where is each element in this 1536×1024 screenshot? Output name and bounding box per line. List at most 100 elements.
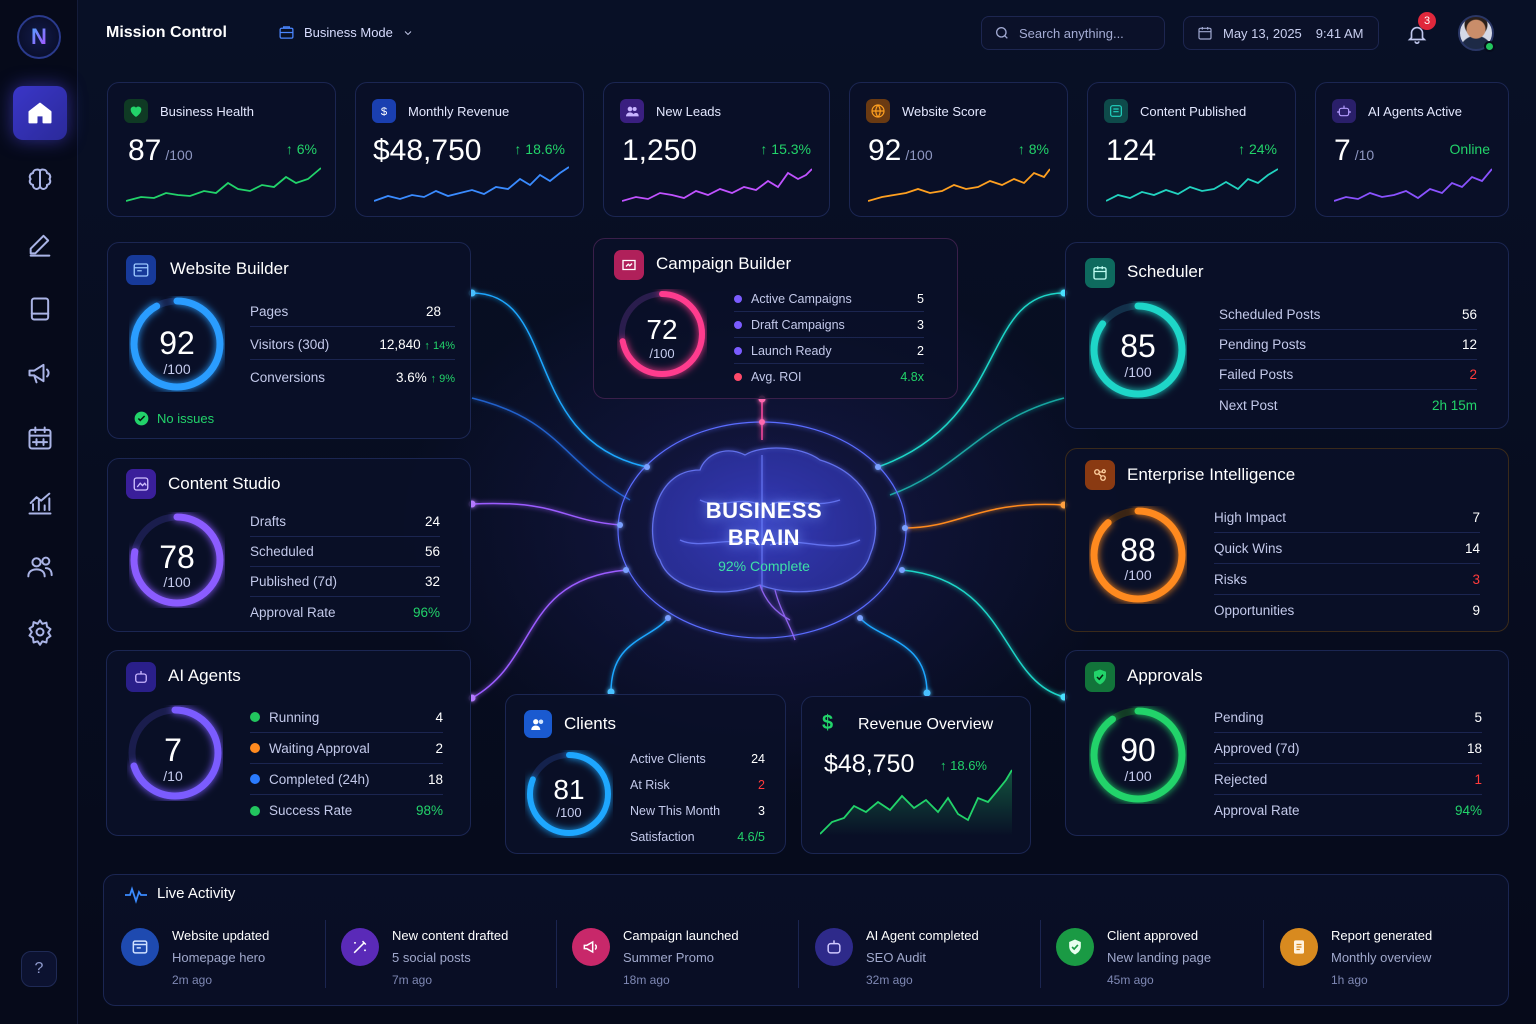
panel-title: Website Builder — [170, 259, 289, 278]
activity-subtitle: Monthly overview — [1331, 950, 1432, 965]
brain-progress: 92% Complete — [718, 558, 810, 574]
kpi-value: 92/100 — [868, 134, 933, 167]
scheduler-score: 85 — [1120, 328, 1156, 364]
panel-title: Approvals — [1127, 666, 1203, 685]
kpi-sparkline — [1106, 168, 1278, 202]
stat-row: Pending Posts 12 — [1219, 330, 1477, 360]
panel-title: Scheduler — [1127, 262, 1204, 281]
score-max: /100 — [163, 361, 191, 377]
campaign-stats: Active Campaigns 5 Draft Campaigns 3 Launc… — [734, 286, 924, 390]
activity-item[interactable]: Campaign launched Summer Promo 18m ago — [572, 922, 782, 992]
check-circle-icon — [134, 411, 149, 426]
divider — [1263, 920, 1264, 988]
kpi-business-health[interactable]: Business Health 87/100 ↑ 6% — [107, 82, 336, 217]
kpi-label: New Leads — [656, 104, 722, 119]
stat-row: Success Rate 98% — [250, 795, 443, 826]
approvals-score: 90 — [1120, 732, 1156, 768]
activity-title-text: Campaign launched — [623, 928, 739, 943]
enterprise-score: 88 — [1120, 532, 1156, 568]
kpi-label: Business Health — [160, 104, 254, 119]
agents-count: 7 — [164, 732, 182, 768]
kpi-label: AI Agents Active — [1368, 104, 1462, 119]
stat-row: Published (7d) 32 — [250, 567, 440, 597]
magic-wand-icon — [341, 928, 379, 966]
pulse-icon — [125, 886, 147, 904]
activity-time: 18m ago — [623, 973, 670, 987]
kpi-delta: ↑ 18.6% — [514, 141, 565, 157]
kpi-ai-agents-active[interactable]: AI Agents Active 7/10 Online — [1315, 82, 1509, 217]
stat-row: At Risk 2 — [630, 778, 765, 792]
stat-row: Launch Ready 2 — [734, 338, 924, 364]
calendar-icon — [1085, 258, 1115, 288]
dashboard: N ? Mission Control Business Mode Search… — [0, 0, 1536, 1024]
activity-item[interactable]: New content drafted 5 social posts 7m ag… — [341, 922, 541, 992]
kpi-monthly-revenue[interactable]: $ Monthly Revenue $48,750 ↑ 18.6% — [355, 82, 584, 217]
activity-title-text: Report generated — [1331, 928, 1433, 943]
activity-item[interactable]: Website updated Homepage hero 2m ago — [121, 922, 311, 992]
panel-title: Enterprise Intelligence — [1127, 465, 1296, 484]
activity-title-text: AI Agent completed — [866, 928, 979, 943]
activity-title-text: New content drafted — [392, 928, 509, 943]
revenue-chart — [820, 769, 1012, 836]
score-max: /100 — [163, 574, 191, 590]
kpi-content-published[interactable]: Content Published 124 ↑ 24% — [1087, 82, 1296, 217]
kpi-status: Online — [1449, 141, 1490, 157]
agents-stats: Running 4 Waiting Approval 2 Completed (24… — [250, 702, 443, 826]
panel-title: Revenue Overview — [858, 716, 994, 733]
browser-icon — [126, 255, 156, 285]
kpi-value: 1,250 — [622, 134, 698, 167]
stat-row: Failed Posts 2 — [1219, 360, 1477, 390]
stat-row: Approved (7d) 18 — [1214, 733, 1482, 764]
stat-row: Pages 28 — [250, 297, 455, 327]
score-max: /100 — [1124, 567, 1152, 583]
kpi-delta: ↑ 8% — [1017, 141, 1049, 157]
campaign-icon — [614, 250, 644, 280]
activity-subtitle: Summer Promo — [623, 950, 715, 965]
score-max: /100 — [1124, 768, 1152, 784]
activity-item[interactable]: Report generated Monthly overview 1h ago — [1280, 922, 1480, 992]
divider — [325, 920, 326, 988]
users-icon — [620, 99, 644, 123]
stat-row: Approval Rate 96% — [250, 604, 440, 620]
globe-icon — [866, 99, 890, 123]
stat-row: Visitors (30d) 12,840 ↑ 14% — [250, 330, 455, 360]
kpi-new-leads[interactable]: New Leads 1,250 ↑ 15.3% — [603, 82, 830, 217]
content-score: 78 — [159, 539, 195, 575]
image-icon — [126, 469, 156, 499]
kpi-sparkline — [374, 166, 569, 202]
activity-time: 1h ago — [1331, 973, 1368, 987]
kpi-value: 87/100 — [128, 134, 193, 167]
stat-row: Running 4 — [250, 702, 443, 733]
shield-check-icon — [1085, 662, 1115, 692]
panel-title: Clients — [564, 714, 616, 733]
kpi-website-score[interactable]: Website Score 92/100 ↑ 8% — [849, 82, 1068, 217]
activity-time: 7m ago — [392, 973, 433, 987]
document-icon — [1104, 99, 1128, 123]
enterprise-stats: High Impact 7 Quick Wins 14 Risks 3 Opportu… — [1214, 502, 1480, 626]
activity-subtitle: SEO Audit — [866, 950, 926, 965]
panel-title: Content Studio — [168, 474, 281, 493]
activity-subtitle: New landing page — [1107, 950, 1212, 965]
dollar-icon: $ — [372, 99, 396, 123]
kpi-sparkline — [622, 168, 812, 202]
stat-row: Rejected 1 — [1214, 764, 1482, 795]
status-badge: No issues — [134, 411, 214, 426]
kpi-value: 7/10 — [1334, 134, 1375, 167]
activity-item[interactable]: Client approved New landing page 45m ago — [1056, 922, 1256, 992]
activity-title-text: Client approved — [1107, 928, 1199, 943]
stat-row: High Impact 7 — [1214, 502, 1480, 533]
robot-icon — [126, 662, 156, 692]
activity-item[interactable]: AI Agent completed SEO Audit 32m ago — [815, 922, 1025, 992]
report-icon — [1280, 928, 1318, 966]
kpi-label: Content Published — [1140, 104, 1247, 119]
score-max: /100 — [649, 346, 675, 361]
stat-row: Opportunities 9 — [1214, 603, 1480, 618]
kpi-value: $48,750 — [373, 134, 482, 167]
stat-row: Draft Campaigns 3 — [734, 312, 924, 338]
divider — [798, 920, 799, 988]
dollar-icon: $ — [822, 712, 834, 734]
robot-icon — [815, 928, 853, 966]
kpi-delta: ↑ 15.3% — [760, 141, 811, 157]
activity-subtitle: Homepage hero — [172, 950, 266, 965]
users-icon — [524, 710, 552, 738]
